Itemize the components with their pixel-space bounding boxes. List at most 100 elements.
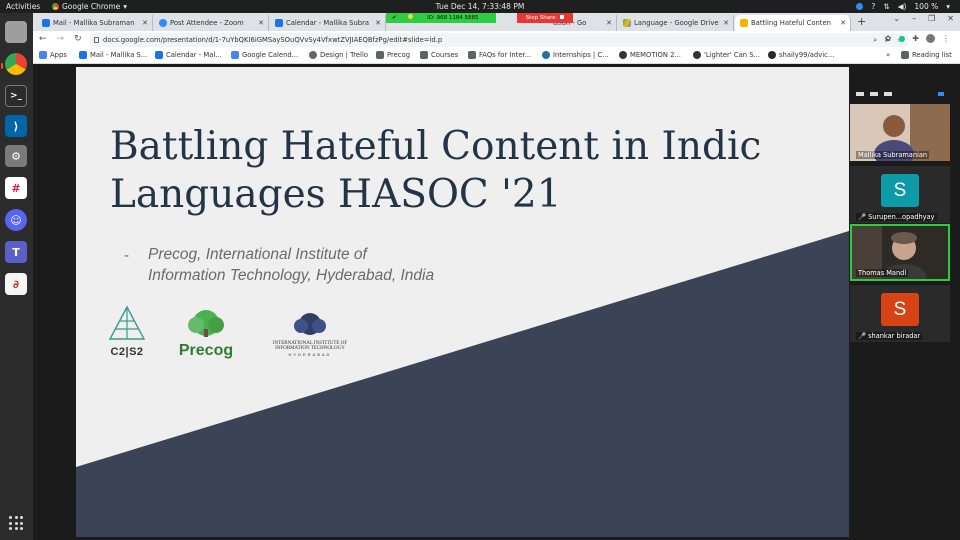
stop-share-label: Stop Share (525, 15, 556, 21)
folder-icon (376, 51, 384, 59)
back-arrow-icon[interactable]: ← (39, 34, 47, 44)
terminal-icon[interactable]: >_ (5, 85, 27, 107)
tab-google-drive[interactable]: Language - Google Drive ✕ (618, 15, 734, 31)
bookmark-label: Internships | C... (553, 51, 609, 59)
bookmark-memotion[interactable]: MEMOTION 2... (619, 51, 681, 59)
bookmark-precog[interactable]: Precog (376, 51, 410, 59)
tab-slides-active[interactable]: Battling Hateful Conten ✕ (735, 15, 851, 31)
participant-avatar: S (881, 174, 919, 207)
subtitle-line: Information Technology, Hyderabad, India (148, 267, 435, 284)
slack-icon[interactable]: # (5, 177, 27, 199)
tab-label: Calendar - Mallika Subra (286, 19, 370, 27)
files-icon[interactable] (5, 21, 27, 43)
bookmark-trello[interactable]: Design | Trello (309, 51, 368, 59)
chevron-down-icon[interactable]: ▾ (946, 0, 950, 13)
close-window-icon[interactable]: ✕ (947, 14, 954, 23)
c2s2-wordmark: C2|S2 (110, 346, 144, 358)
bookmark-internships[interactable]: Internships | C... (542, 51, 609, 59)
participant-tile-active-speaker[interactable]: Thomas Mandl (850, 224, 950, 281)
tab-label: Mail - Mallika Subraman (53, 19, 135, 27)
bookmark-github[interactable]: shaily99/advic... (768, 51, 834, 59)
grammarly-icon[interactable]: ● (898, 34, 905, 43)
mail-icon (79, 51, 87, 59)
tab-zoom-attendee[interactable]: Post Attendee - Zoom ✕ (154, 15, 269, 31)
bookmark-label: Calendar - Mal... (166, 51, 222, 59)
close-icon[interactable]: ✕ (840, 15, 846, 31)
settings-icon[interactable]: ⚙ (5, 145, 27, 167)
status-dot-icon (408, 14, 414, 19)
gallery-view-icon[interactable] (884, 92, 892, 96)
participant-name: Mallika Subramanian (856, 151, 930, 159)
close-icon[interactable]: ✕ (375, 15, 381, 31)
minimize-view-icon[interactable] (856, 92, 864, 96)
participant-tile[interactable]: Mallika Subramanian (850, 104, 950, 161)
system-tray[interactable]: ? ⇅ ◀) 100 % ▾ (856, 0, 950, 13)
stop-share-button[interactable]: Stop Share (517, 13, 573, 23)
maximize-icon[interactable]: ❐ (928, 14, 935, 23)
folder-icon (420, 51, 428, 59)
bookmark-calendar[interactable]: Calendar - Mal... (155, 51, 222, 59)
close-icon[interactable]: ✕ (723, 15, 729, 31)
close-icon[interactable]: ✕ (606, 15, 612, 31)
close-icon[interactable]: ✕ (142, 15, 148, 31)
network-icon[interactable]: ⇅ (883, 0, 889, 13)
iiit-hyderabad-logo: INTERNATIONAL INSTITUTE OF INFORMATION T… (260, 312, 360, 364)
navigation-buttons: ← → ↻ (39, 34, 82, 44)
bookmark-faqs[interactable]: FAQs for Inter... (468, 51, 531, 59)
calendar-icon (275, 19, 283, 27)
tab-mail[interactable]: Mail - Mallika Subraman ✕ (37, 15, 153, 31)
battery-label[interactable]: 100 % (914, 0, 938, 13)
meeting-id: ID: 968 1184 5885 (427, 15, 479, 21)
discord-icon[interactable]: ☺ (5, 209, 27, 231)
system-top-bar: Activities Google Chrome ▾ Tue Dec 14, 7… (0, 0, 960, 13)
help-icon[interactable]: ? (871, 0, 875, 13)
new-tab-button[interactable]: + (857, 15, 866, 28)
puzzle-icon[interactable]: ✚ (912, 34, 919, 43)
teams-icon[interactable]: T (5, 241, 27, 263)
zoom-lens-icon[interactable]: ⌕ (873, 33, 877, 47)
browser-tab-strip: Mail - Mallika Subraman ✕ Post Attendee … (33, 13, 960, 31)
bookmark-courses[interactable]: Courses (420, 51, 458, 59)
google-calendar-icon (231, 51, 239, 59)
participant-tile[interactable]: S 🎤 shankar biradar (850, 285, 950, 342)
forward-arrow-icon[interactable]: → (57, 34, 65, 44)
zoom-icon (159, 19, 167, 27)
participant-name: Surupen...opadhyay (868, 213, 935, 221)
bookmark-lighter[interactable]: 'Lighter' Can S... (693, 51, 760, 59)
running-indicator (1, 63, 3, 69)
speaker-view-icon[interactable] (870, 92, 878, 96)
minimize-icon[interactable]: – (912, 14, 916, 23)
bookmark-label: Mail - Mallika S... (90, 51, 148, 59)
bookmark-apps[interactable]: Apps (39, 51, 67, 59)
precog-wordmark: Precog (178, 342, 234, 359)
participant-name-wrapper: 🎤 Surupen...opadhyay (856, 213, 937, 221)
bookmark-label: Apps (50, 51, 67, 59)
profile-avatar[interactable] (926, 34, 935, 43)
show-applications-icon[interactable] (9, 516, 23, 530)
more-vert-icon[interactable]: ⋮ (942, 34, 950, 43)
zoom-tray-icon[interactable] (856, 3, 864, 10)
bookmark-label: Courses (431, 51, 459, 59)
slide[interactable]: Battling Hateful Content in Indic Langua… (76, 67, 849, 537)
address-bar[interactable]: docs.google.com/presentation/d/1-7uYbQKI… (89, 33, 909, 47)
reading-list-icon (901, 51, 909, 59)
reading-list[interactable]: Reading list (901, 51, 952, 59)
chrome-dock-icon[interactable] (5, 53, 27, 75)
document-viewer-icon[interactable]: ∂ (5, 273, 27, 295)
clock[interactable]: Tue Dec 14, 7:33:48 PM (0, 0, 960, 13)
bookmark-google-calendar[interactable]: Google Calend... (231, 51, 298, 59)
volume-icon[interactable]: ◀) (898, 0, 907, 13)
tab-search-icon[interactable]: ⌄ (893, 14, 900, 23)
zoom-share-bar[interactable]: ✔ ID: 968 1184 5885 (386, 13, 496, 23)
hide-video-icon[interactable] (938, 92, 944, 96)
close-icon[interactable]: ✕ (258, 15, 264, 31)
vscode-icon[interactable]: ⟩ (5, 115, 27, 137)
lock-icon (94, 37, 99, 43)
settings-extension-icon[interactable]: ✿ (885, 34, 892, 43)
bookmark-mail[interactable]: Mail - Mallika S... (79, 51, 147, 59)
tab-calendar[interactable]: Calendar - Mallika Subra ✕ (270, 15, 386, 31)
bookmarks-bar: Apps Mail - Mallika S... Calendar - Mal.… (33, 49, 960, 64)
bookmarks-more[interactable]: » (886, 51, 890, 59)
participant-tile[interactable]: S 🎤 Surupen...opadhyay (850, 166, 950, 223)
reload-icon[interactable]: ↻ (74, 34, 82, 44)
